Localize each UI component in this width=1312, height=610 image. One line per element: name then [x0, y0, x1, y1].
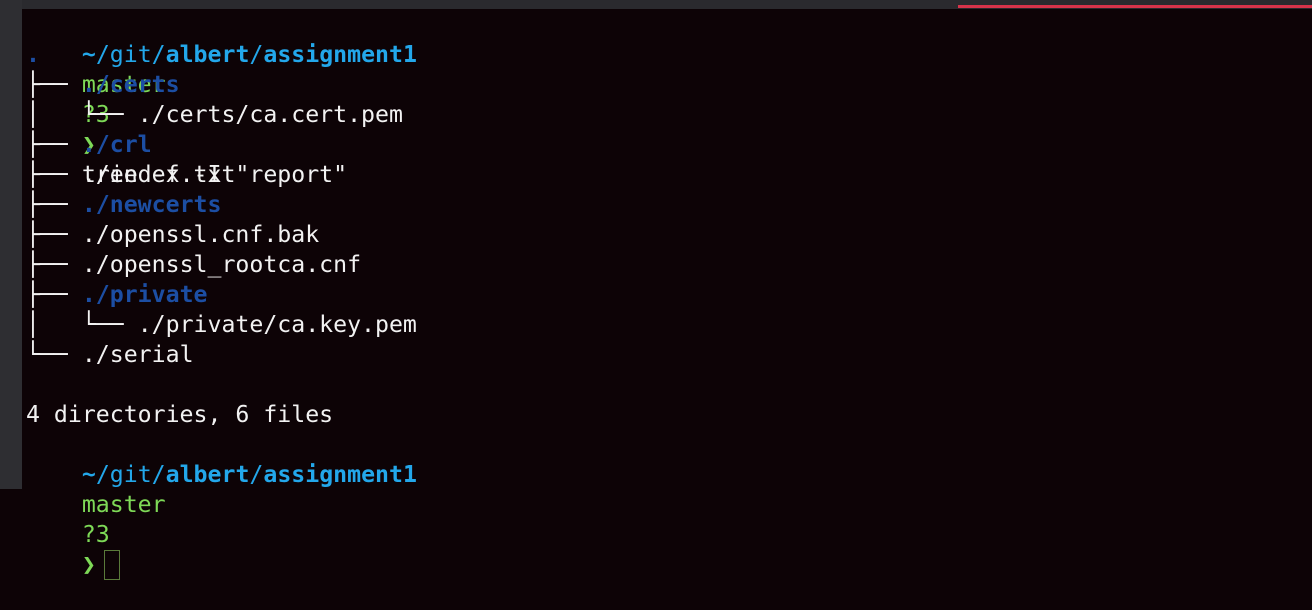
tree-entry: ├── ./openssl_rootca.cnf [26, 250, 1306, 280]
prompt-path: ~/git/albert/assignment1 [81, 41, 417, 68]
tree-branch-glyph: │ └── [26, 101, 138, 128]
prompt-path: ~/git/albert/assignment1 [81, 461, 417, 488]
tree-file-name: ./index.txt [81, 161, 236, 188]
text-cursor[interactable] [103, 550, 120, 580]
window-top-bar [0, 0, 1312, 9]
tree-entry: ├── ./newcerts [26, 190, 1306, 220]
left-gutter [0, 0, 22, 489]
tree-branch-glyph: ├── [26, 161, 82, 188]
tree-file-name: ./certs/ca.cert.pem [137, 101, 403, 128]
tree-branch-glyph: ├── [26, 71, 82, 98]
tree-directory-name: ./newcerts [81, 191, 222, 218]
active-tab-indicator[interactable] [958, 5, 1312, 8]
tree-file-name: ./openssl_rootca.cnf [81, 251, 362, 278]
tree-branch-glyph: ├── [26, 131, 82, 158]
prompt-line-active[interactable]: ~/git/albert/assignment1 master ?3 ❯ [26, 430, 1306, 580]
tree-file-name: ./serial [81, 341, 194, 368]
tree-branch-glyph: └── [26, 341, 82, 368]
tree-entry: ├── ./private [26, 280, 1306, 310]
tree-file-name: ./private/ca.key.pem [137, 311, 417, 338]
tree-entry: └── ./serial [26, 340, 1306, 370]
terminal-output[interactable]: ~/git/albert/assignment1 master ?3 ❯ tre… [26, 10, 1306, 580]
tree-branch-glyph: ├── [26, 191, 82, 218]
tree-summary: 4 directories, 6 files [26, 401, 334, 428]
tree-branch-glyph: ├── [26, 281, 82, 308]
git-status: ?3 [81, 521, 110, 548]
tree-directory-name: ./certs [81, 71, 180, 98]
tree-entry: │ └── ./certs/ca.cert.pem [26, 100, 1306, 130]
tree-entry: ├── ./certs [26, 70, 1306, 100]
tree-entry: ├── ./crl [26, 130, 1306, 160]
tree-directory-name: ./crl [81, 131, 152, 158]
git-branch: master [81, 491, 166, 518]
tree-branch-glyph: │ └── [26, 311, 138, 338]
tree-entry: │ └── ./private/ca.key.pem [26, 310, 1306, 340]
tree-entry: ├── ./index.txt [26, 160, 1306, 190]
tree-file-name: ./openssl.cnf.bak [81, 221, 320, 248]
tree-entries: ├── ./certs │ └── ./certs/ca.cert.pem ├── … [26, 70, 1306, 370]
tree-directory-name: ./private [81, 281, 208, 308]
tree-branch-glyph: ├── [26, 221, 82, 248]
prompt-line: ~/git/albert/assignment1 master ?3 ❯ tre… [26, 10, 1306, 188]
tree-entry: ├── ./openssl.cnf.bak [26, 220, 1306, 250]
prompt-symbol: ❯ [81, 551, 96, 578]
tree-branch-glyph: ├── [26, 251, 82, 278]
